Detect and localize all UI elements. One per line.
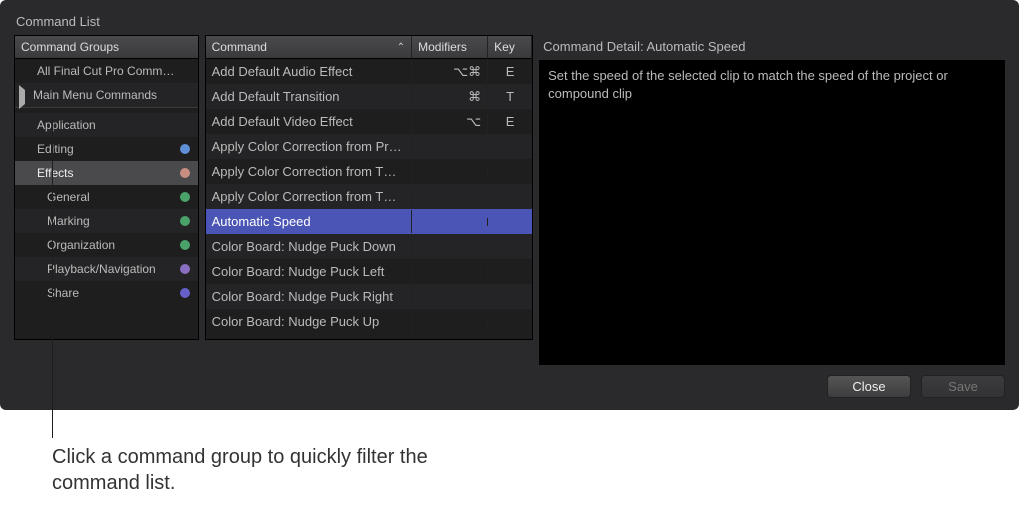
command-modifiers: ⌥⌘ xyxy=(412,60,488,84)
group-label: All Final Cut Pro Comm… xyxy=(37,64,192,78)
command-row[interactable]: Color Board: Nudge Puck Down xyxy=(206,234,533,259)
detail-text: Set the speed of the selected clip to ma… xyxy=(539,60,1005,365)
command-key xyxy=(488,268,532,276)
group-label: Effects xyxy=(37,166,192,180)
color-dot-icon xyxy=(180,192,190,202)
command-name: Apply Color Correction from T… xyxy=(206,185,413,208)
group-label: Main Menu Commands xyxy=(33,88,192,102)
group-row[interactable]: Marking xyxy=(15,209,198,233)
command-row[interactable]: Add Default Audio Effect⌥⌘E xyxy=(206,59,533,84)
command-row[interactable]: Color Board: Nudge Puck Left xyxy=(206,259,533,284)
section-title: Command List xyxy=(16,14,1005,29)
sort-ascending-icon: ⌃ xyxy=(397,42,405,53)
detail-title-command: Automatic Speed xyxy=(646,39,745,54)
color-dot-icon xyxy=(180,240,190,250)
group-label: Editing xyxy=(37,142,192,156)
command-modifiers: ⌘ xyxy=(412,85,488,109)
command-modifiers xyxy=(412,293,488,301)
color-dot-icon xyxy=(180,168,190,178)
command-name: Color Board: Nudge Puck Right xyxy=(206,285,413,308)
command-name: Apply Color Correction from Pr… xyxy=(206,135,413,158)
command-groups-panel: Command Groups All Final Cut Pro Comm… Ma… xyxy=(14,35,199,340)
detail-title-prefix: Command Detail: xyxy=(543,39,646,54)
col-header-key[interactable]: Key xyxy=(488,36,532,59)
color-dot-icon xyxy=(180,288,190,298)
col-header-modifiers[interactable]: Modifiers xyxy=(412,36,488,59)
command-modifiers xyxy=(412,168,488,176)
disclosure-triangle-icon[interactable] xyxy=(19,90,29,100)
command-key: T xyxy=(488,85,532,108)
command-key xyxy=(488,143,532,151)
group-row[interactable]: Organization xyxy=(15,233,198,257)
command-modifiers xyxy=(412,218,488,226)
commands-panel: Command ⌃ Modifiers Key Add Default Audi… xyxy=(205,35,534,340)
color-dot-icon xyxy=(180,144,190,154)
group-row[interactable]: Main Menu Commands xyxy=(15,83,198,107)
command-name: Color Board: Nudge Puck Down xyxy=(206,235,413,258)
command-name: Automatic Speed xyxy=(206,210,413,233)
command-modifiers xyxy=(412,143,488,151)
command-name: Add Default Video Effect xyxy=(206,110,413,133)
command-key xyxy=(488,243,532,251)
command-row[interactable]: Apply Color Correction from T… xyxy=(206,159,533,184)
group-row[interactable]: Share xyxy=(15,281,198,305)
command-row[interactable]: Add Default Video Effect⌥E xyxy=(206,109,533,134)
command-row[interactable]: Color Board: Nudge Puck Right xyxy=(206,284,533,309)
command-name: Color Board: Nudge Puck Up xyxy=(206,310,413,333)
command-name: Color Board: Nudge Puck Left xyxy=(206,260,413,283)
command-row[interactable]: Add Default Transition⌘T xyxy=(206,84,533,109)
command-key xyxy=(488,293,532,301)
group-row[interactable]: Editing xyxy=(15,137,198,161)
callout-leader-line xyxy=(52,118,53,438)
command-key xyxy=(488,168,532,176)
command-modifiers xyxy=(412,318,488,326)
group-row[interactable]: All Final Cut Pro Comm… xyxy=(15,59,198,83)
command-modifiers: ⌥ xyxy=(412,110,488,134)
command-key: E xyxy=(488,60,532,83)
command-row[interactable]: Apply Color Correction from T… xyxy=(206,184,533,209)
detail-panel: Command Detail: Automatic Speed Set the … xyxy=(539,35,1005,365)
command-row[interactable]: Apply Color Correction from Pr… xyxy=(206,134,533,159)
command-row[interactable]: Color Board: Nudge Puck Up xyxy=(206,309,533,334)
command-name: Apply Color Correction from T… xyxy=(206,160,413,183)
command-name: Add Default Audio Effect xyxy=(206,60,413,83)
command-modifiers xyxy=(412,193,488,201)
callout-text: Click a command group to quickly filter … xyxy=(52,444,472,496)
command-modifiers xyxy=(412,268,488,276)
command-key: E xyxy=(488,110,532,133)
group-label: General xyxy=(47,190,192,204)
group-label: Application xyxy=(37,118,192,132)
commands-header-row: Command ⌃ Modifiers Key xyxy=(206,36,533,59)
footer: Close Save xyxy=(14,375,1005,398)
color-dot-icon xyxy=(180,264,190,274)
command-editor-window: Command List Command Groups All Final Cu… xyxy=(0,0,1019,410)
groups-body: All Final Cut Pro Comm… Main Menu Command… xyxy=(15,59,198,305)
detail-title: Command Detail: Automatic Speed xyxy=(543,39,1005,54)
command-key xyxy=(488,218,532,226)
command-modifiers xyxy=(412,243,488,251)
group-row[interactable]: Application xyxy=(15,113,198,137)
callout-area: Click a command group to quickly filter … xyxy=(0,410,1019,496)
group-label: Marking xyxy=(47,214,192,228)
command-key xyxy=(488,193,532,201)
col-header-command-label: Command xyxy=(212,40,267,54)
group-row[interactable]: Effects xyxy=(15,161,198,185)
col-header-command[interactable]: Command ⌃ xyxy=(206,36,413,59)
commands-body: Add Default Audio Effect⌥⌘EAdd Default T… xyxy=(206,59,533,334)
save-button[interactable]: Save xyxy=(921,375,1005,398)
close-button[interactable]: Close xyxy=(827,375,911,398)
command-key xyxy=(488,318,532,326)
group-label: Playback/Navigation xyxy=(47,262,192,276)
group-label: Organization xyxy=(47,238,192,252)
columns: Command Groups All Final Cut Pro Comm… Ma… xyxy=(14,35,1005,365)
groups-header[interactable]: Command Groups xyxy=(15,36,198,59)
command-name: Add Default Transition xyxy=(206,85,413,108)
group-row[interactable]: Playback/Navigation xyxy=(15,257,198,281)
group-label: Share xyxy=(47,286,192,300)
command-row[interactable]: Automatic Speed xyxy=(206,209,533,234)
group-row[interactable]: General xyxy=(15,185,198,209)
color-dot-icon xyxy=(180,216,190,226)
